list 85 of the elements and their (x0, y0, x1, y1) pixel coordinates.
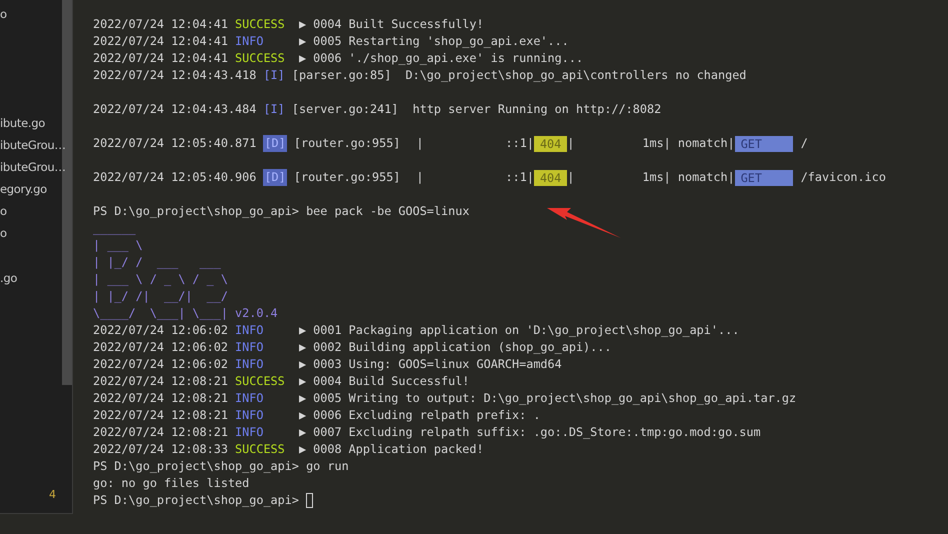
ascii-art-line: ______ (93, 220, 136, 237)
log-level: INFO (235, 424, 264, 441)
request-field: | (567, 169, 574, 186)
log-message: ▶ 0005 Restarting 'shop_go_api.exe'... (298, 33, 569, 50)
log-message: ▶ 0004 Build Successful! (298, 373, 470, 390)
ascii-art-line: | |_/ /| __/| __/ (93, 288, 228, 305)
request-field: | (416, 135, 424, 152)
ascii-art-line: | ___ \ / _ \ / _ \ (93, 271, 228, 288)
log-level: INFO (235, 390, 264, 407)
file-item[interactable]: egory.go (0, 178, 47, 200)
shell-prompt: PS D:\go_project\shop_go_api> (93, 492, 299, 509)
version-label: v2.0.4 (235, 305, 278, 322)
log-level: INFO (235, 339, 264, 356)
log-level: SUCCESS (235, 16, 286, 33)
log-message: ▶ 0005 Writing to output: D:\go_project\shop_go_api\shop_go_api.tar.gz (298, 390, 796, 407)
shell-prompt: PS D:\go_project\shop_go_api> (93, 203, 299, 220)
timestamp: 2022/07/24 12:04:41 (93, 33, 228, 50)
request-field: /favicon.ico (800, 169, 886, 186)
log-level: SUCCESS (235, 441, 286, 458)
request-field: ::1| (506, 169, 534, 186)
shell-prompt: PS D:\go_project\shop_go_api> (93, 458, 299, 475)
http-method-badge: GET (734, 170, 793, 186)
log-message: ▶ 0003 Using: GOOS=linux GOARCH=amd64 (298, 356, 562, 373)
log-message: ▶ 0006 Excluding relpath prefix: . (298, 407, 540, 424)
log-level: SUCCESS (235, 50, 286, 67)
timestamp: 2022/07/24 12:06:02 (93, 322, 228, 339)
log-level: INFO (235, 33, 264, 50)
log-level: INFO (235, 322, 264, 339)
timestamp: 2022/07/24 12:08:21 (93, 373, 228, 390)
ascii-art-line: | ___ \ (93, 237, 143, 254)
file-item[interactable]: o (0, 222, 7, 244)
status-code-badge: 404 (534, 136, 568, 152)
request-field: 1ms| (642, 135, 671, 152)
request-field: [router.go:955] (294, 169, 400, 186)
http-method-badge: GET (734, 136, 793, 152)
timestamp: 2022/07/24 12:08:21 (93, 390, 228, 407)
request-field: | (416, 169, 424, 186)
file-item[interactable]: .go (0, 267, 18, 289)
ascii-art-line: \____/ \___| \___| (93, 305, 228, 322)
timestamp: 2022/07/24 12:08:33 (93, 441, 228, 458)
output-text: go: no go files listed (93, 475, 250, 492)
request-field: ::1| (506, 135, 534, 152)
log-message: ▶ 0007 Excluding relpath suffix: .go:.DS_Store:.tmp:go.mod:go.sum (298, 424, 761, 441)
timestamp: 2022/07/24 12:04:43.484 (93, 101, 256, 118)
request-field: nomatch| (678, 169, 735, 186)
log-message: ▶ 0001 Packaging application on 'D:\go_project\shop_go_api'... (298, 322, 740, 339)
status-code-badge: 404 (534, 170, 568, 186)
log-level: SUCCESS (235, 373, 286, 390)
file-item[interactable]: ibute.go (0, 112, 45, 134)
command-text: go run (306, 458, 349, 475)
source-location: [parser.go:85] (292, 67, 392, 84)
request-field: | (567, 135, 574, 152)
timestamp: 2022/07/24 12:08:21 (93, 424, 228, 441)
request-field: [router.go:955] (294, 135, 400, 152)
timestamp: 2022/07/24 12:06:02 (93, 356, 228, 373)
timestamp: 2022/07/24 12:06:02 (93, 339, 228, 356)
command-text: bee pack -be GOOS=linux (306, 203, 470, 220)
problem-count: 4 (49, 488, 56, 501)
timestamp: 2022/07/24 12:08:21 (93, 407, 228, 424)
timestamp: 2022/07/24 12:04:43.418 (93, 67, 256, 84)
timestamp: 2022/07/24 12:05:40.906 (93, 169, 256, 186)
file-item[interactable]: o (0, 3, 7, 25)
log-message: D:\go_project\shop_go_api\controllers no changed (406, 67, 746, 84)
log-tag: [I] (263, 67, 285, 84)
source-location: [server.go:241] (292, 101, 398, 118)
log-message: ▶ 0002 Building application (shop_go_api)... (298, 339, 612, 356)
file-item[interactable]: ibuteGrou… (0, 156, 66, 178)
log-level: INFO (235, 407, 264, 424)
ascii-art-line: | |_/ / ___ ___ (93, 254, 221, 271)
timestamp: 2022/07/24 12:04:41 (93, 50, 228, 67)
request-field: nomatch| (678, 135, 735, 152)
log-tag: [D] (263, 135, 287, 152)
log-message: ▶ 0006 './shop_go_api.exe' is running... (298, 50, 584, 67)
file-item[interactable]: ibuteGrou… (0, 134, 66, 156)
file-item[interactable]: o (0, 200, 7, 222)
timestamp: 2022/07/24 12:05:40.871 (93, 135, 256, 152)
request-field: / (800, 135, 808, 152)
timestamp: 2022/07/24 12:04:41 (93, 16, 228, 33)
log-tag: [I] (263, 101, 285, 118)
log-message: ▶ 0004 Built Successfully! (298, 16, 484, 33)
log-message: ▶ 0008 Application packed! (298, 441, 484, 458)
log-message: http server Running on http://:8082 (412, 101, 662, 118)
log-tag: [D] (263, 169, 287, 186)
request-field: 1ms| (642, 169, 671, 186)
log-level: INFO (235, 356, 264, 373)
